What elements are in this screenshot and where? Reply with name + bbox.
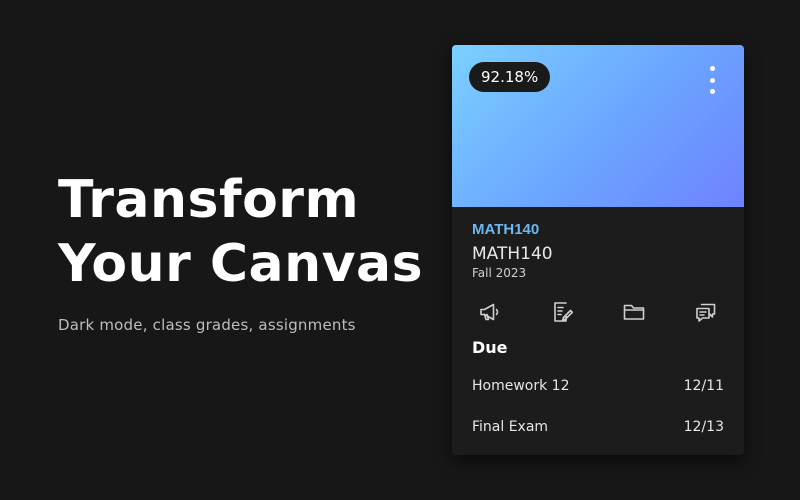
discussions-icon[interactable]: [694, 300, 718, 324]
hero-title: Transform Your Canvas: [58, 168, 438, 296]
course-card-header[interactable]: 92.18%: [452, 45, 744, 207]
promo-stage: Transform Your Canvas Dark mode, class g…: [0, 0, 800, 500]
assignments-icon[interactable]: [550, 300, 574, 324]
kebab-dot: [709, 66, 715, 71]
due-heading: Due: [472, 338, 508, 357]
due-item-date: 12/13: [683, 418, 724, 435]
announcements-icon[interactable]: [478, 300, 502, 324]
grade-badge: 92.18%: [469, 62, 551, 92]
hero-title-line-2: Your Canvas: [58, 234, 424, 294]
course-term: Fall 2023: [472, 266, 527, 280]
files-icon[interactable]: [622, 300, 646, 324]
course-card[interactable]: 92.18% MATH140 MATH140 Fall 2023 Due Hom…: [452, 45, 744, 455]
hero-title-line-1: Transform: [58, 170, 360, 230]
hero-section: Transform Your Canvas Dark mode, class g…: [58, 168, 438, 334]
hero-subtitle: Dark mode, class grades, assignments: [58, 316, 356, 334]
due-item[interactable]: Homework 12 12/11: [472, 365, 724, 406]
due-item-name: Final Exam: [472, 418, 549, 435]
due-list: Homework 12 12/11 Final Exam 12/13: [472, 365, 724, 447]
due-item[interactable]: Final Exam 12/13: [472, 406, 724, 447]
due-item-name: Homework 12: [472, 377, 570, 394]
course-action-icons: [472, 300, 724, 324]
course-name: MATH140: [472, 244, 553, 264]
kebab-dot: [709, 89, 715, 94]
course-code-link[interactable]: MATH140: [472, 221, 724, 238]
kebab-dot: [709, 77, 715, 83]
course-card-body: MATH140 MATH140 Fall 2023 Due Homework 1…: [452, 207, 744, 447]
kebab-menu-icon[interactable]: [704, 66, 720, 94]
due-item-date: 12/11: [683, 377, 724, 394]
